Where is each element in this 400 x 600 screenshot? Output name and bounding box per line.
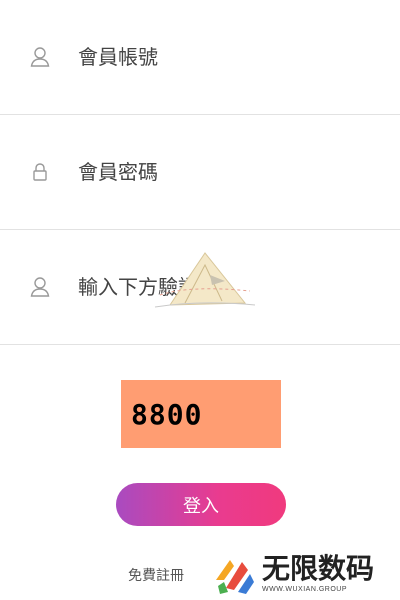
watermark: 无限数码 WWW.WUXIAN.GROUP bbox=[212, 548, 387, 600]
account-input[interactable] bbox=[78, 37, 368, 77]
user-icon bbox=[30, 276, 50, 298]
password-input[interactable] bbox=[78, 152, 368, 192]
captcha-image[interactable]: 8800 bbox=[121, 380, 281, 448]
watermark-subtitle: WWW.WUXIAN.GROUP bbox=[262, 586, 347, 593]
login-page: 8800 登入 免費註冊 无限数码 WWW.WUXIAN.GROUP bbox=[0, 0, 400, 600]
register-link[interactable]: 免費註冊 bbox=[128, 565, 184, 585]
login-button[interactable]: 登入 bbox=[116, 483, 286, 526]
captcha-input[interactable] bbox=[78, 267, 368, 307]
watermark-title: 无限数码 bbox=[262, 552, 375, 585]
watermark-logo-icon bbox=[216, 560, 254, 594]
password-row bbox=[0, 115, 400, 230]
user-icon bbox=[30, 46, 50, 68]
account-row bbox=[0, 0, 400, 115]
lock-icon bbox=[30, 161, 50, 183]
captcha-row bbox=[0, 230, 400, 345]
captcha-code: 8800 bbox=[131, 397, 203, 431]
